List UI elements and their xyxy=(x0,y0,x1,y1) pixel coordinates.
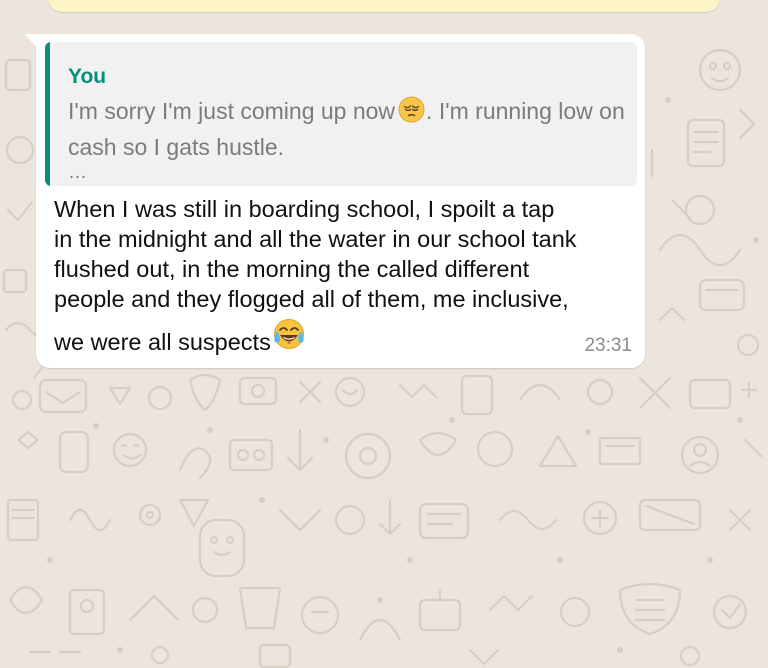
quote-accent-bar xyxy=(45,42,50,186)
incoming-message-bubble[interactable]: You I'm sorry I'm just coming up now. I'… xyxy=(24,34,645,368)
pensive-face-emoji-icon xyxy=(398,96,425,131)
bubble-tail xyxy=(24,34,38,48)
quote-author: You xyxy=(68,65,107,88)
quote-text-part1: I'm sorry I'm just coming up now xyxy=(68,98,396,124)
message-line-5: we were all suspects xyxy=(54,318,629,359)
message-line-1: When I was still in boarding school, I s… xyxy=(54,196,555,222)
tears-of-joy-emoji-icon xyxy=(272,318,306,359)
message-line-3: flushed out, in the morning the called d… xyxy=(54,256,530,282)
quoted-reply[interactable]: You I'm sorry I'm just coming up now. I'… xyxy=(45,42,637,186)
message-text: When I was still in boarding school, I s… xyxy=(54,194,629,359)
message-line-4: people and they flogged all of them, me … xyxy=(54,286,569,312)
message-timestamp: 23:31 xyxy=(584,335,632,356)
quote-text: I'm sorry I'm just coming up now. I'm ru… xyxy=(68,95,628,163)
message-line-5-text: we were all suspects xyxy=(54,329,271,355)
quote-ellipsis: … xyxy=(68,162,87,183)
previous-message-bubble[interactable] xyxy=(48,0,720,12)
message-line-2: in the midnight and all the water in our… xyxy=(54,226,577,252)
